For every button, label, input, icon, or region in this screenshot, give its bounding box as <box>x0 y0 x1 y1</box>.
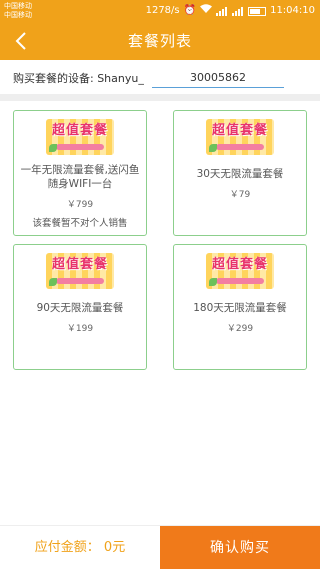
package-banner: 超值套餐 <box>206 253 274 289</box>
signal-icon-2 <box>232 6 244 16</box>
bottom-bar: 应付金额： 0元 确认购买 <box>0 525 320 569</box>
device-id-input[interactable] <box>152 68 284 88</box>
leaf-icon <box>49 144 57 152</box>
device-row: 购买套餐的设备: Shanyu_ <box>0 60 320 94</box>
package-price: ￥199 <box>66 324 94 334</box>
package-card[interactable]: 超值套餐 180天无限流量套餐 ￥299 <box>173 244 307 370</box>
package-price: ￥79 <box>229 190 251 200</box>
leaf-icon <box>209 278 217 286</box>
leaf-icon <box>209 144 217 152</box>
banner-ribbon <box>216 278 264 284</box>
package-card[interactable]: 超值套餐 30天无限流量套餐 ￥79 <box>173 110 307 236</box>
banner-text: 超值套餐 <box>51 257 108 272</box>
package-banner: 超值套餐 <box>46 119 114 155</box>
alarm-icon: ⏰ <box>183 5 197 16</box>
device-label: 购买套餐的设备: Shanyu_ <box>13 72 144 85</box>
banner-text: 超值套餐 <box>211 123 268 138</box>
leaf-icon <box>49 278 57 286</box>
banner-text: 超值套餐 <box>211 257 268 272</box>
package-name: 180天无限流量套餐 <box>193 302 287 314</box>
battery-icon <box>248 6 267 16</box>
network-speed: 1278/s <box>145 5 180 16</box>
package-price: ￥799 <box>66 200 94 210</box>
status-icons: 1278/s ⏰ 11:04:10 <box>142 4 315 18</box>
package-price: ￥299 <box>226 324 254 334</box>
payable-amount: 应付金额： 0元 <box>34 540 126 555</box>
package-banner: 超值套餐 <box>46 253 114 289</box>
status-bar: 中国移动 中国移动 1278/s ⏰ 11:04:10 <box>0 0 320 22</box>
package-note: 该套餐暂不对个人销售 <box>32 218 128 229</box>
confirm-purchase-button[interactable]: 确认购买 <box>160 526 320 569</box>
package-card[interactable]: 超值套餐 一年无限流量套餐,送闪鱼随身WIFI一台 ￥799 该套餐暂不对个人销… <box>13 110 147 236</box>
banner-ribbon <box>56 144 104 150</box>
banner-text: 超值套餐 <box>51 123 108 138</box>
package-name: 30天无限流量套餐 <box>196 168 284 180</box>
banner-ribbon <box>56 278 104 284</box>
package-name: 一年无限流量套餐,送闪鱼随身WIFI一台 <box>20 164 140 190</box>
package-card[interactable]: 超值套餐 90天无限流量套餐 ￥199 <box>13 244 147 370</box>
signal-icon <box>216 6 228 16</box>
section-divider <box>0 94 320 101</box>
carrier-1: 中国移动 <box>4 2 32 10</box>
clock: 11:04:10 <box>270 5 315 16</box>
banner-ribbon <box>216 144 264 150</box>
app-bar: 套餐列表 <box>0 22 320 60</box>
package-banner: 超值套餐 <box>206 119 274 155</box>
wifi-icon <box>200 4 213 18</box>
carrier-info: 中国移动 中国移动 <box>4 2 32 20</box>
package-grid: 超值套餐 一年无限流量套餐,送闪鱼随身WIFI一台 ￥799 该套餐暂不对个人销… <box>0 101 320 521</box>
package-name: 90天无限流量套餐 <box>36 302 124 314</box>
page-title: 套餐列表 <box>127 32 192 50</box>
carrier-2: 中国移动 <box>4 11 32 19</box>
